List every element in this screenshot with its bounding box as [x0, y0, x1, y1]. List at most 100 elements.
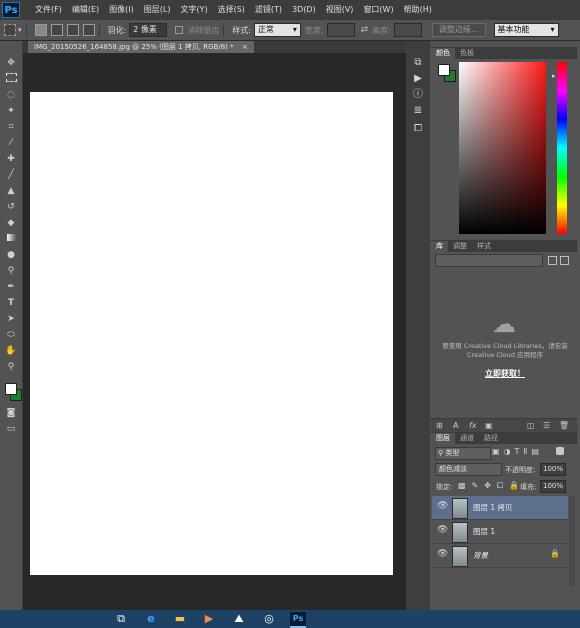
cloud-sync-icon[interactable]: ◫ [527, 421, 535, 430]
actions-play-icon[interactable]: ▶ [410, 72, 426, 86]
blur-icon[interactable]: ● [4, 249, 18, 261]
antialias-checkbox[interactable] [175, 26, 184, 34]
tool-presets-icon[interactable]: ⧠ [410, 122, 426, 136]
tab-layers[interactable]: 图层 [431, 433, 455, 444]
properties-icon[interactable]: ≣ [410, 104, 426, 118]
hue-slider[interactable] [557, 62, 567, 234]
visibility-eye-icon[interactable]: 👁 [437, 525, 448, 535]
library-select[interactable] [435, 254, 543, 267]
list-view-icon[interactable] [560, 256, 569, 265]
width-input[interactable] [326, 23, 355, 37]
tab-paths[interactable]: 路径 [479, 433, 503, 444]
menu-edit[interactable]: 编辑(E) [67, 0, 104, 20]
eraser-icon[interactable]: ◆ [4, 217, 18, 229]
app-ring-icon[interactable]: ◎ [261, 612, 277, 626]
menu-help[interactable]: 帮助(H) [399, 0, 437, 20]
opacity-input[interactable]: 100% [540, 463, 566, 476]
tab-styles[interactable]: 样式 [472, 241, 496, 252]
task-view-icon[interactable]: ⧉ [113, 612, 129, 626]
tab-color[interactable]: 颜色 [431, 48, 455, 59]
menu-3d[interactable]: 3D(D) [287, 0, 321, 20]
layers-scrollbar[interactable] [569, 496, 575, 586]
add-to-selection-icon[interactable] [50, 24, 63, 36]
add-layer-style-icon[interactable]: fx [469, 421, 477, 430]
path-selection-icon[interactable]: ➤ [4, 313, 18, 325]
layer-filter-select[interactable]: ⚲ 类型 [435, 447, 491, 460]
refine-edge-button[interactable]: 调整边缘... [431, 23, 486, 37]
zoom-icon[interactable]: ⚲ [4, 361, 18, 373]
lock-icons[interactable]: ▩✎✥⧠🔒 [458, 481, 525, 491]
subtract-selection-icon[interactable] [66, 24, 79, 36]
tab-swatches[interactable]: 色板 [455, 48, 479, 59]
screen-mode-icon[interactable]: ▭ [4, 423, 18, 435]
marquee-icon[interactable] [4, 73, 18, 85]
layer-row[interactable]: 👁 图层 1 [432, 520, 568, 544]
menu-select[interactable]: 选择(S) [213, 0, 250, 20]
layer-row[interactable]: 👁 背景 🔒 [432, 544, 568, 568]
healing-brush-icon[interactable]: ✚ [4, 153, 18, 165]
close-icon[interactable]: × [242, 43, 248, 51]
media-player-icon[interactable]: ▶ [201, 612, 217, 626]
fill-input[interactable]: 100% [540, 480, 566, 493]
shape-icon[interactable]: ⬭ [4, 329, 18, 341]
pen-icon[interactable]: ✒ [4, 281, 18, 293]
settings-icon[interactable]: ☰ [543, 421, 550, 430]
dodge-icon[interactable]: ⚲ [4, 265, 18, 277]
document-canvas[interactable] [30, 92, 393, 575]
layer-filter-icons[interactable]: ▣◑TⅡ▤ [492, 447, 543, 456]
add-content-icon[interactable]: ⊞ [436, 421, 443, 430]
menu-window[interactable]: 窗口(W) [358, 0, 398, 20]
trash-icon[interactable]: 🗑 [559, 421, 569, 430]
style-select[interactable]: 正常 [253, 23, 301, 37]
height-input[interactable] [393, 23, 422, 37]
menu-layer[interactable]: 图层(L) [139, 0, 176, 20]
hue-marker-icon[interactable]: ▸ [552, 72, 556, 80]
crop-icon[interactable]: ⌗ [4, 121, 18, 133]
magic-wand-icon[interactable]: ✦ [4, 105, 18, 117]
clone-stamp-icon[interactable]: ▲ [4, 185, 18, 197]
workspace-select[interactable]: 基本功能 [493, 23, 559, 37]
visibility-eye-icon[interactable]: 👁 [437, 549, 448, 559]
foreground-color-chip[interactable] [438, 64, 450, 76]
brush-icon[interactable]: ╱ [4, 169, 18, 181]
menu-type[interactable]: 文字(Y) [175, 0, 212, 20]
menu-image[interactable]: 图像(I) [104, 0, 139, 20]
grid-view-icon[interactable] [548, 256, 557, 265]
tab-adjustments[interactable]: 调整 [448, 241, 472, 252]
info-icon[interactable]: ⓘ [410, 88, 426, 102]
quick-mask-icon[interactable]: ◙ [4, 407, 18, 419]
feather-input[interactable]: 2 像素 [129, 23, 168, 37]
history-brush-icon[interactable]: ↺ [4, 201, 18, 213]
foreground-color-swatch[interactable] [5, 383, 17, 395]
layer-name[interactable]: 图层 1 [473, 526, 495, 537]
gradient-icon[interactable] [4, 233, 18, 245]
document-tab[interactable]: IMG_20150526_164858.jpg @ 25% (图层 1 拷贝, … [28, 41, 254, 53]
layer-name[interactable]: 图层 1 拷贝 [473, 502, 513, 513]
photos-icon[interactable]: ⛰ [231, 612, 247, 626]
layer-row[interactable]: 👁 图层 1 拷贝 [432, 496, 568, 520]
color-picker-field[interactable] [459, 62, 546, 234]
marquee-preset-icon[interactable] [4, 24, 16, 36]
filter-toggle[interactable] [556, 447, 564, 455]
intersect-selection-icon[interactable] [82, 24, 95, 36]
tab-libraries[interactable]: 库 [431, 241, 448, 252]
menu-filter[interactable]: 滤镜(T) [250, 0, 287, 20]
menu-file[interactable]: 文件(F) [30, 0, 67, 20]
photoshop-taskbar-icon[interactable]: Ps [290, 612, 306, 628]
menu-view[interactable]: 视图(V) [321, 0, 359, 20]
blend-mode-select[interactable]: 颜色减淡 [435, 463, 502, 476]
type-icon[interactable]: T [4, 297, 18, 309]
swap-icon[interactable]: ⇄ [361, 25, 369, 35]
visibility-eye-icon[interactable]: 👁 [437, 501, 448, 511]
move-icon[interactable]: ✥ [4, 57, 18, 69]
add-graphic-icon[interactable]: ▣ [485, 421, 493, 430]
add-text-style-icon[interactable]: A [453, 421, 458, 430]
get-now-link[interactable]: 立即获取！ [433, 368, 577, 379]
new-selection-icon[interactable] [34, 24, 47, 36]
tab-channels[interactable]: 通道 [455, 433, 479, 444]
hand-icon[interactable]: ✋ [4, 345, 18, 357]
history-icon[interactable]: ⧉ [410, 56, 426, 70]
file-explorer-icon[interactable]: ▬ [172, 612, 188, 626]
eyedropper-icon[interactable]: ⁄ [4, 137, 18, 149]
edge-browser-icon[interactable]: e [143, 612, 159, 626]
